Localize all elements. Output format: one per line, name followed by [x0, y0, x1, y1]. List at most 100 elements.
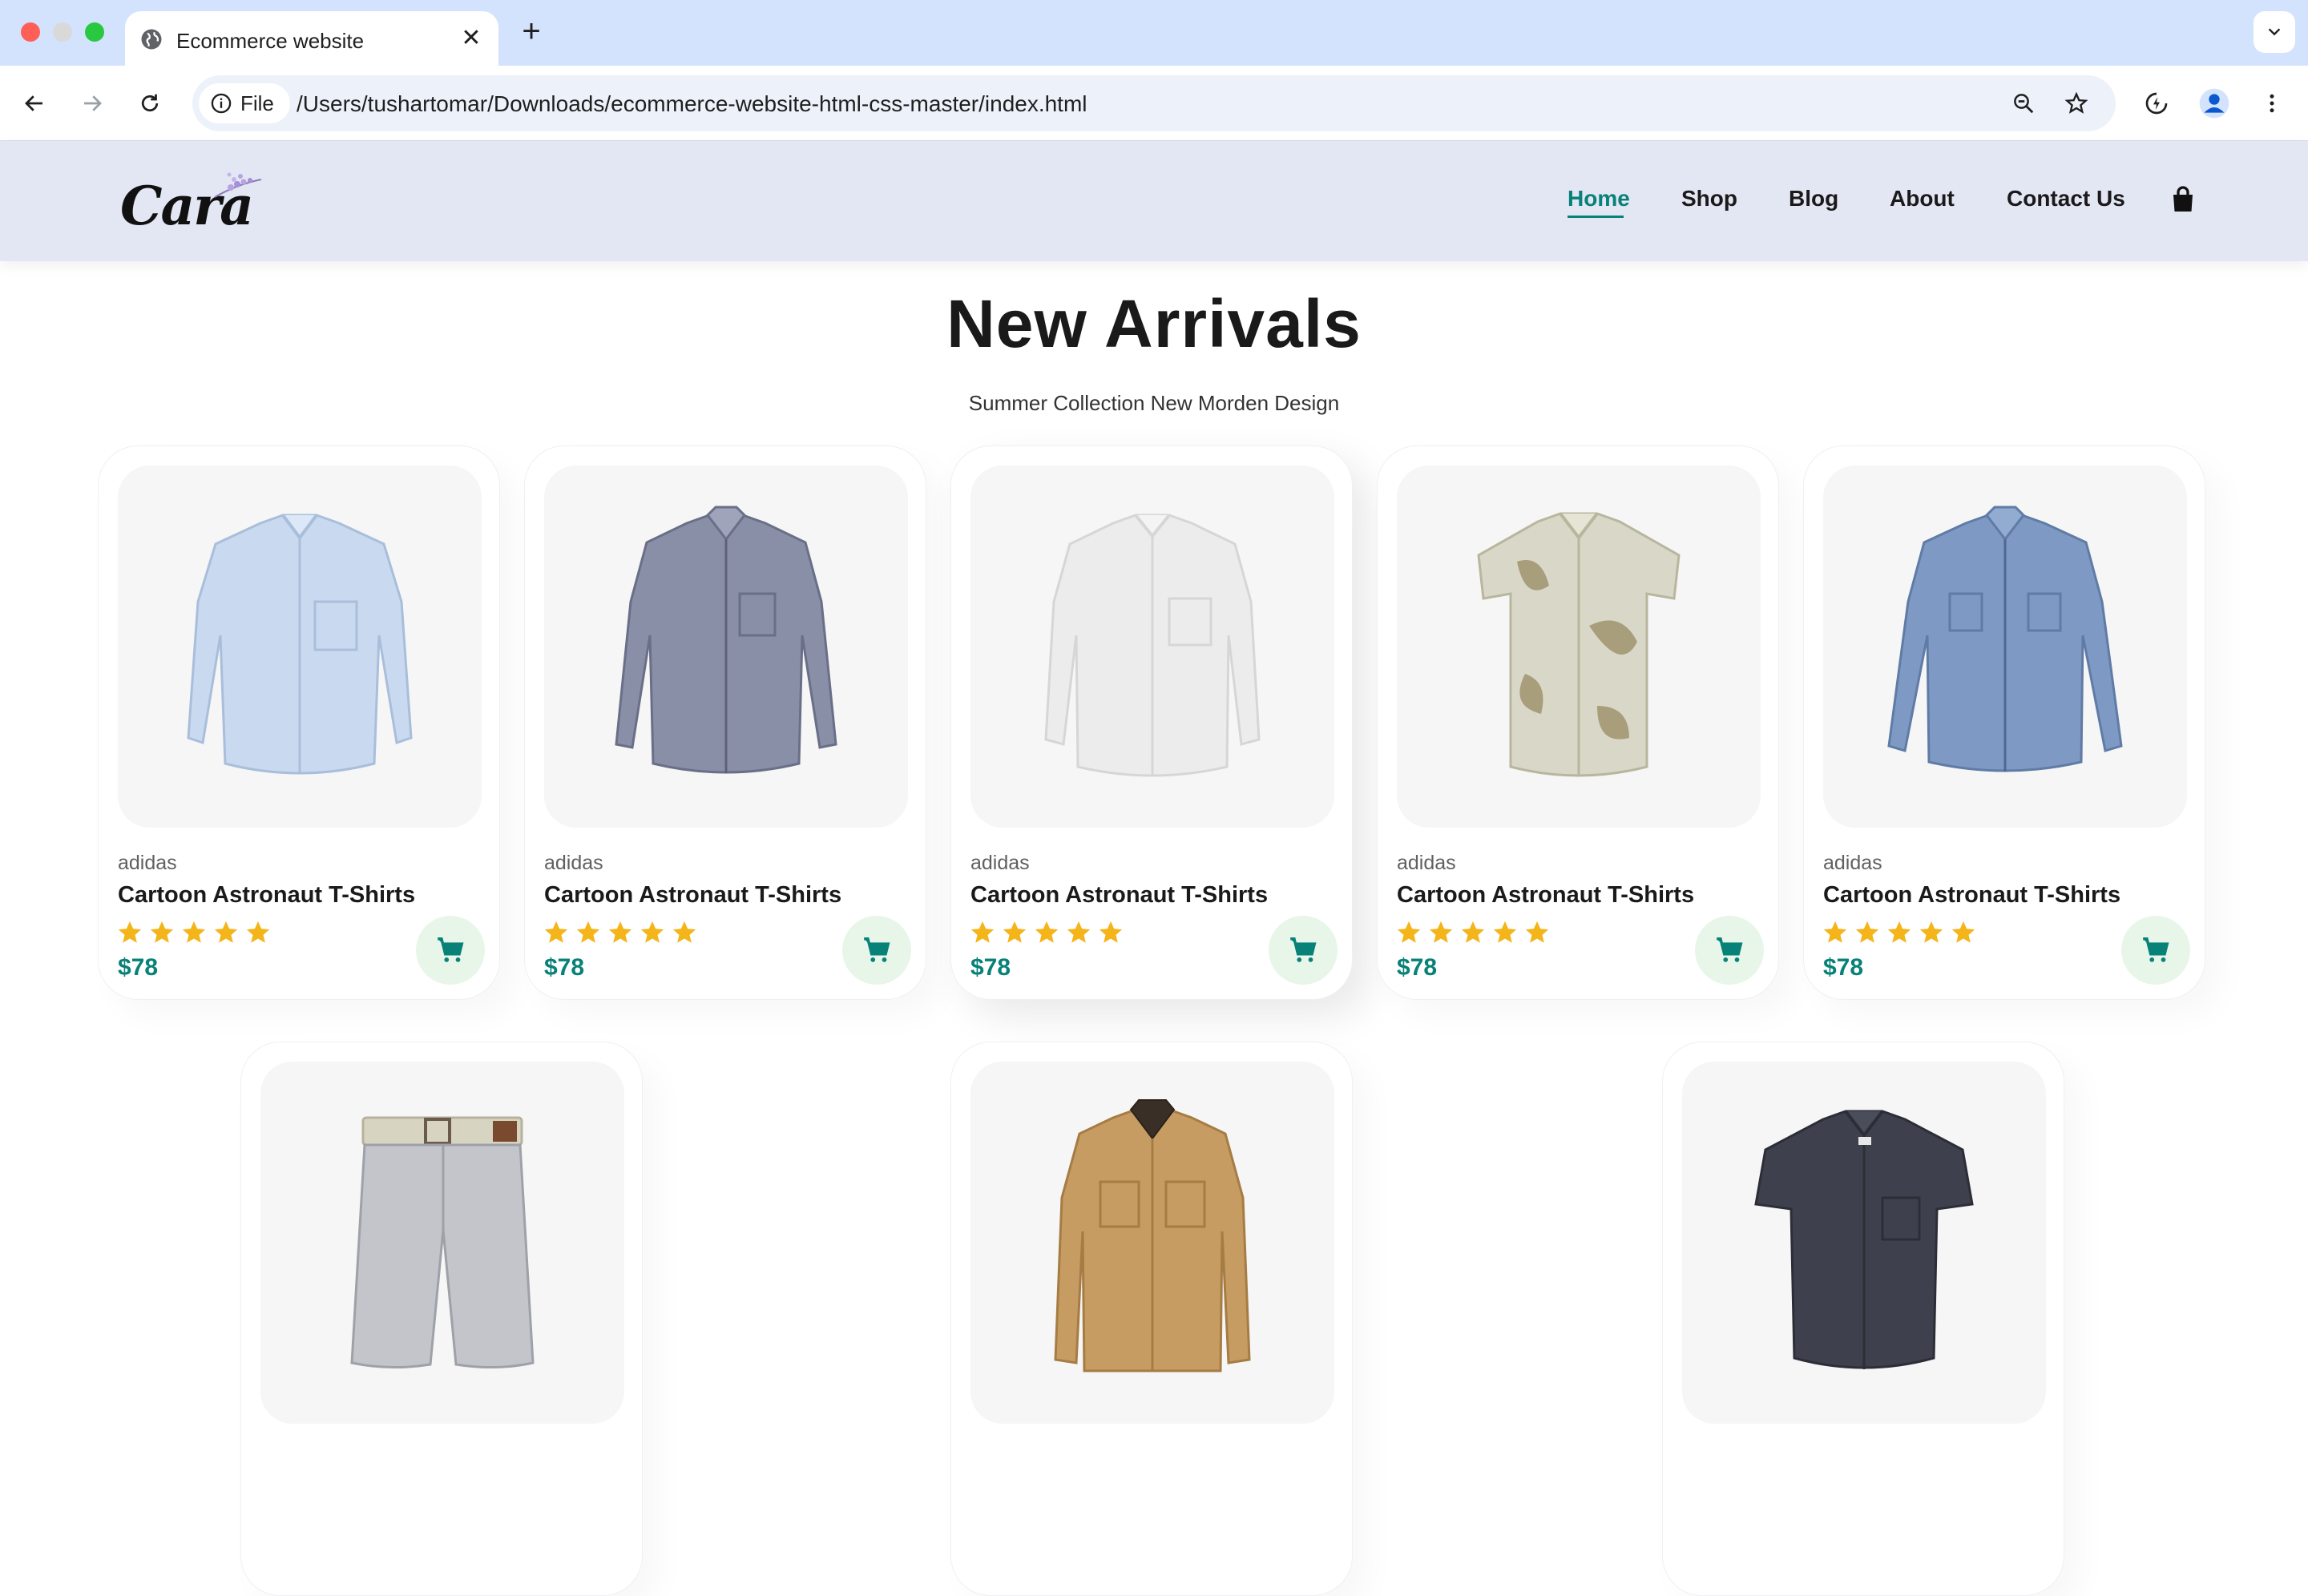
nav-blog[interactable]: Blog	[1789, 186, 1838, 212]
floral-short-sleeve-shirt-image	[1477, 512, 1681, 777]
product-rating	[116, 919, 272, 946]
product-card[interactable]	[950, 1042, 1353, 1596]
product-price: $78	[1397, 954, 1438, 981]
address-bar[interactable]: File /Users/tushartomar/Downloads/ecomme…	[192, 75, 2116, 131]
product-rating	[1822, 919, 1977, 946]
site-info-chip[interactable]: File	[199, 83, 290, 123]
back-button[interactable]	[16, 85, 53, 122]
new-tab-button[interactable]: +	[514, 14, 548, 48]
add-to-cart-button[interactable]	[842, 916, 911, 985]
add-to-cart-button[interactable]	[1269, 916, 1338, 985]
zoom-button[interactable]	[2005, 85, 2042, 122]
add-to-cart-button[interactable]	[2121, 916, 2190, 985]
product-image	[544, 466, 908, 828]
product-image	[1823, 466, 2187, 828]
product-card[interactable]: adidas Cartoon Astronaut T-Shirts $78	[950, 445, 1353, 1000]
product-name[interactable]: Cartoon Astronaut T-Shirts	[970, 882, 1268, 909]
star-icon	[640, 921, 664, 943]
cara-logo[interactable]: Cara	[117, 163, 262, 244]
star-icon	[214, 921, 238, 943]
product-image	[970, 466, 1334, 828]
product-name[interactable]: Cartoon Astronaut T-Shirts	[1823, 882, 2120, 909]
light-blue-shirt-image	[187, 514, 413, 775]
product-brand: adidas	[970, 852, 1030, 874]
star-icon	[1397, 921, 1421, 943]
nav-shop[interactable]: Shop	[1681, 186, 1737, 212]
lavender-sprig-icon	[214, 172, 262, 198]
url-text[interactable]: /Users/tushartomar/Downloads/ecommerce-w…	[297, 91, 1087, 117]
chevron-down-icon	[2268, 28, 2281, 36]
star-icon	[1919, 921, 1943, 943]
bookmark-button[interactable]	[2058, 85, 2095, 122]
browser-tab-active[interactable]: Ecommerce website ✕	[125, 11, 498, 66]
minimize-window-button[interactable]	[53, 22, 72, 42]
nav-contact-us[interactable]: Contact Us	[2007, 186, 2125, 212]
shopping-bag-icon[interactable]	[2169, 184, 2197, 215]
reload-icon	[141, 94, 159, 112]
add-to-cart-button[interactable]	[1695, 916, 1764, 985]
star-icon	[1855, 921, 1879, 943]
product-price: $78	[1823, 954, 1864, 981]
nav-active-underline	[1568, 216, 1624, 218]
forward-button[interactable]	[74, 85, 111, 122]
star-icon	[608, 921, 632, 943]
cart-icon	[864, 937, 890, 962]
profile-button[interactable]	[2196, 85, 2233, 122]
more-vert-icon	[2270, 94, 2274, 113]
arrow-right-icon	[84, 95, 102, 111]
star-icon	[1429, 921, 1453, 943]
browser-toolbar: File /Users/tushartomar/Downloads/ecomme…	[0, 66, 2308, 141]
star-icon	[1461, 921, 1485, 943]
product-name[interactable]: Cartoon Astronaut T-Shirts	[1397, 882, 1694, 909]
product-rating	[543, 919, 698, 946]
nav-home[interactable]: Home	[1568, 186, 1630, 212]
star-icon	[1493, 921, 1517, 943]
product-brand: adidas	[1397, 852, 1456, 874]
grey-shorts-image	[350, 1116, 535, 1369]
nav-about[interactable]: About	[1890, 186, 1955, 212]
cart-icon	[438, 937, 464, 962]
dark-short-sleeve-shirt-image	[1754, 1110, 1974, 1369]
globe-icon	[141, 29, 162, 50]
reload-button[interactable]	[131, 85, 168, 122]
star-icon	[576, 921, 600, 943]
star-icon	[1525, 921, 1549, 943]
close-window-button[interactable]	[21, 22, 40, 42]
khaki-jacket-image	[1054, 1099, 1251, 1372]
product-card[interactable]: adidas Cartoon Astronaut T-Shirts $78	[524, 445, 926, 1000]
star-outline-icon	[2064, 91, 2088, 114]
product-rating	[1395, 919, 1551, 946]
tab-search-button[interactable]	[2254, 11, 2295, 53]
star-icon	[672, 921, 696, 943]
product-card[interactable]: adidas Cartoon Astronaut T-Shirts $78	[1803, 445, 2205, 1000]
star-icon	[182, 921, 206, 943]
product-brand: adidas	[1823, 852, 1882, 874]
star-icon	[150, 921, 174, 943]
maximize-window-button[interactable]	[85, 22, 104, 42]
star-icon	[1003, 921, 1027, 943]
star-icon	[970, 921, 995, 943]
grey-patterned-shirt-image	[615, 506, 837, 774]
product-card[interactable]: adidas Cartoon Astronaut T-Shirts $78	[1377, 445, 1779, 1000]
product-card[interactable]	[1662, 1042, 2064, 1596]
product-image	[118, 466, 482, 828]
cart-icon	[2143, 937, 2169, 962]
add-to-cart-button[interactable]	[416, 916, 485, 985]
product-card[interactable]: adidas Cartoon Astronaut T-Shirts $78	[98, 445, 500, 1000]
star-icon	[544, 921, 568, 943]
white-shirt-image	[1044, 514, 1261, 777]
star-icon	[1099, 921, 1123, 943]
site-header: Cara Home Shop Blog About Contact Us	[0, 141, 2308, 261]
product-name[interactable]: Cartoon Astronaut T-Shirts	[118, 882, 415, 909]
star-icon	[1887, 921, 1911, 943]
close-tab-icon[interactable]: ✕	[458, 26, 484, 51]
star-icon	[1035, 921, 1059, 943]
product-name[interactable]: Cartoon Astronaut T-Shirts	[544, 882, 841, 909]
product-card[interactable]	[240, 1042, 643, 1596]
arrow-left-icon	[25, 95, 42, 111]
performance-button[interactable]	[2138, 85, 2175, 122]
tab-title: Ecommerce website	[176, 29, 365, 53]
product-price: $78	[118, 954, 159, 981]
product-image	[1397, 466, 1761, 828]
browser-menu-button[interactable]	[2254, 85, 2290, 122]
